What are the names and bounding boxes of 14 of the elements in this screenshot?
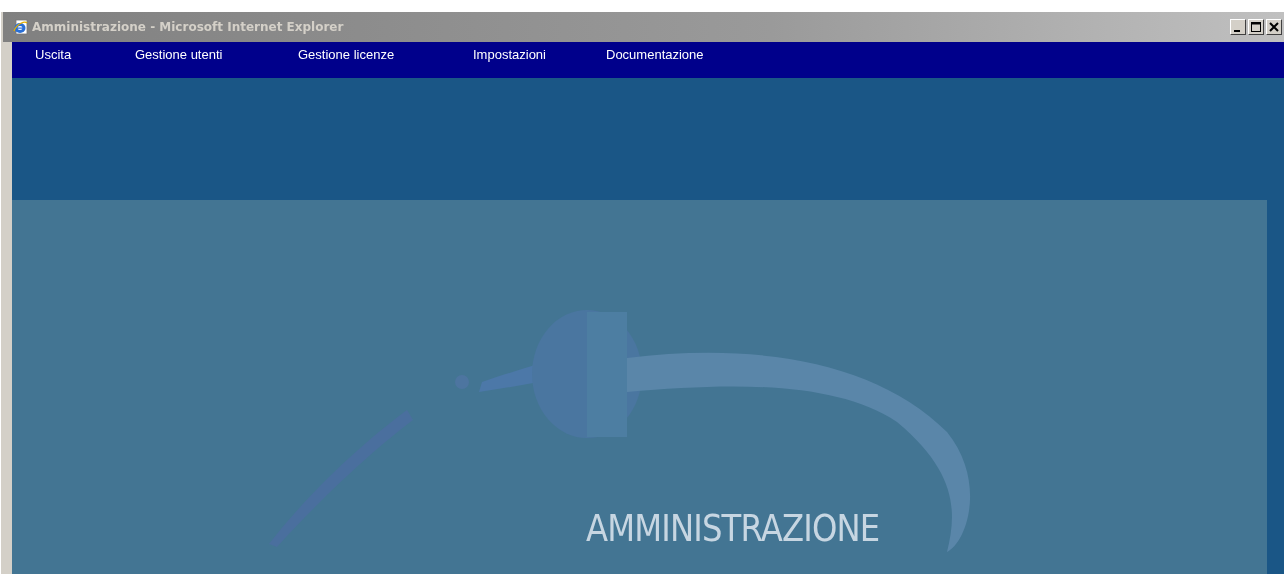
close-icon [1268,22,1280,32]
menu-link[interactable]: Gestione licenze [298,47,395,62]
menu-link[interactable]: Impostazioni [473,47,546,62]
minimize-icon [1233,29,1240,32]
window-title: Amministrazione - Microsoft Internet Explorer [32,20,345,34]
menu-link[interactable]: Documentazione [606,47,704,62]
menu-link[interactable]: Gestione utenti [135,47,223,62]
banner-title: AMMINISTRAZIONE [586,506,880,550]
browser-logo-icon [13,19,29,35]
maximize-icon [1250,22,1262,32]
close-button[interactable] [1266,19,1282,35]
maximize-button[interactable] [1248,19,1264,35]
minimize-button[interactable] [1230,19,1246,35]
menu-link[interactable]: Uscita [35,47,72,62]
